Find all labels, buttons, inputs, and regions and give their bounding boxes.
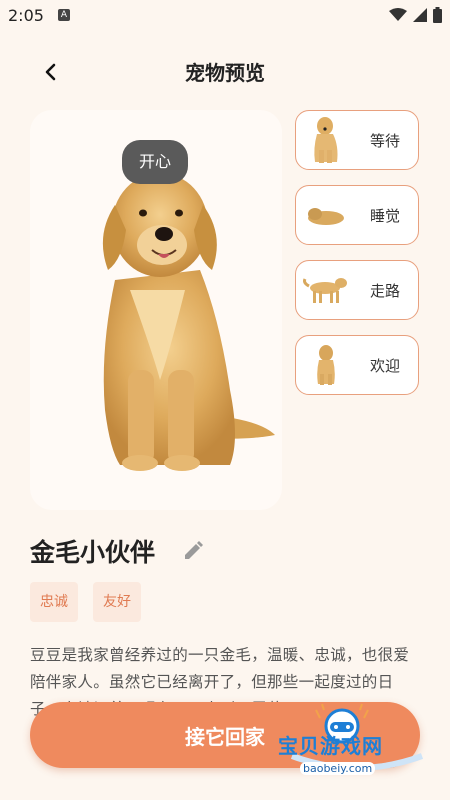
battery-icon	[433, 7, 442, 23]
pose-label: 等待	[370, 131, 401, 150]
watermark-text: 宝贝游戏网	[278, 734, 383, 758]
tag-loyal: 忠诚	[30, 582, 78, 622]
notification-icon: A	[58, 9, 70, 21]
dog-walking-thumb	[296, 262, 356, 318]
pose-button-welcome[interactable]: 欢迎	[295, 335, 419, 395]
golden-retriever-image	[102, 173, 275, 471]
dog-lying-thumb	[296, 187, 356, 243]
watermark-url: baobeiy.com	[300, 762, 376, 775]
dog-sitting-thumb	[296, 112, 356, 168]
status-icons	[389, 7, 442, 23]
page-title: 宠物预览	[185, 61, 265, 85]
mood-badge: 开心	[122, 140, 188, 184]
dog-lying-icon	[308, 208, 344, 225]
pose-button-waiting[interactable]: 等待	[295, 110, 419, 170]
dog-standing-icon	[317, 345, 335, 385]
pet-name: 金毛小伙伴	[30, 538, 156, 567]
dog-sitting-icon	[314, 117, 338, 163]
pose-button-walking[interactable]: 走路	[295, 260, 419, 320]
dog-walking-icon	[303, 278, 347, 303]
pose-label: 睡觉	[370, 206, 401, 225]
pose-label: 走路	[370, 281, 401, 300]
status-time: 2:05	[8, 6, 44, 25]
signal-icon	[413, 8, 427, 22]
pose-label: 欢迎	[370, 356, 401, 375]
pose-button-sleeping[interactable]: 睡觉	[295, 185, 419, 245]
wifi-icon	[389, 8, 407, 21]
pencil-icon[interactable]	[182, 540, 204, 562]
status-bar: 2:05 A	[0, 0, 450, 32]
dog-standing-thumb	[296, 337, 356, 393]
tag-friendly: 友好	[93, 582, 141, 622]
